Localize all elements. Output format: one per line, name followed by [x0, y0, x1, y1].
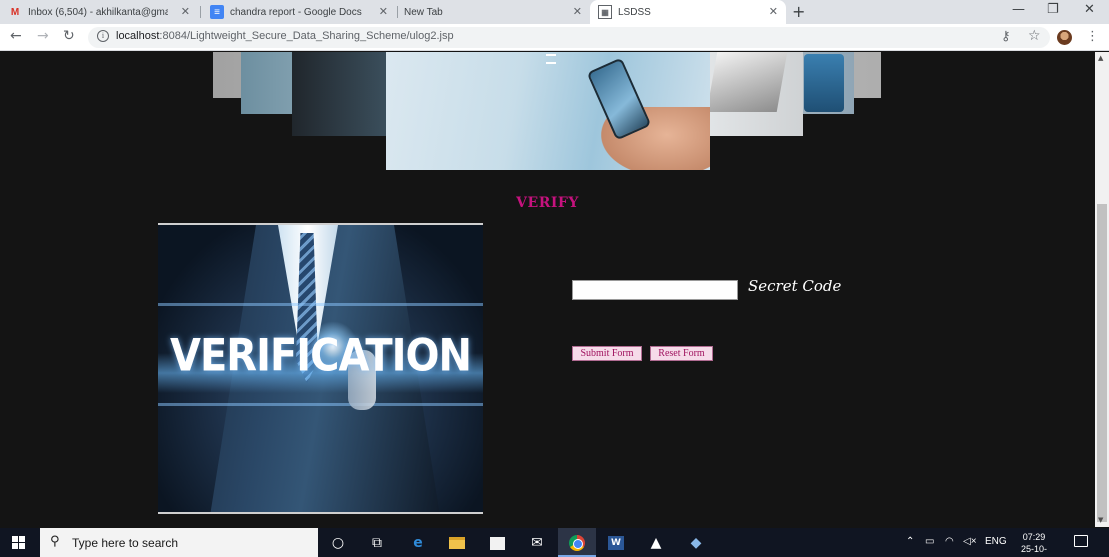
tab-close-icon[interactable]: ✕: [181, 5, 190, 18]
edge-browser-icon[interactable]: e: [408, 533, 428, 553]
volume-muted-icon[interactable]: ◁×: [963, 536, 977, 547]
windows-taskbar: ⚲ Type here to search ○ ⧉ e ✉ W ▲ ◆ ⌃ ▭ …: [0, 528, 1109, 557]
scrollbar-thumb[interactable]: [1097, 204, 1107, 522]
tab-title: chandra report - Google Docs: [230, 6, 362, 18]
file-explorer-icon[interactable]: [447, 533, 467, 553]
reload-icon[interactable]: ↻: [63, 28, 75, 44]
url-text: localhost:8084/Lightweight_Secure_Data_S…: [116, 30, 454, 42]
task-view-icon[interactable]: ⧉: [367, 533, 387, 553]
taskbar-search-box[interactable]: ⚲ Type here to search: [40, 528, 318, 557]
verification-image-text: VERIFICATION: [169, 330, 472, 382]
chrome-taskbar-button[interactable]: [558, 528, 596, 557]
page-viewport: VERIFY VERIFICATION Secret Code Submit F…: [0, 52, 1095, 527]
secret-code-input[interactable]: [572, 280, 738, 300]
tab-close-icon[interactable]: ✕: [379, 5, 388, 18]
tab-title: Inbox (6,504) - akhilkanta@gmail: [28, 6, 168, 18]
battery-icon[interactable]: ▭: [925, 536, 934, 547]
page-title: VERIFY: [516, 195, 579, 211]
mobile-phone-image: [804, 54, 844, 112]
browser-tab-strip: M Inbox (6,504) - akhilkanta@gmail ✕ ≡ c…: [0, 0, 1109, 24]
clock-time: 07:29: [1022, 532, 1046, 542]
secret-code-label: Secret Code: [748, 277, 842, 295]
url-path: :8084/Lightweight_Secure_Data_Sharing_Sc…: [159, 30, 454, 42]
language-indicator[interactable]: ENG: [985, 536, 1007, 547]
taskbar-clock[interactable]: 07:29 25-10-2019: [1012, 531, 1056, 557]
menu-lines-icon: [546, 54, 556, 64]
tab-close-icon[interactable]: ✕: [769, 5, 778, 18]
tab-google-docs[interactable]: ≡ chandra report - Google Docs ✕: [210, 0, 396, 24]
address-bar[interactable]: i localhost:8084/Lightweight_Secure_Data…: [88, 27, 1050, 48]
tab-separator: [200, 6, 201, 18]
tab-title: LSDSS: [618, 6, 651, 18]
tab-close-icon[interactable]: ✕: [573, 5, 582, 18]
package-icon[interactable]: ◆: [686, 533, 706, 553]
light-streak: [158, 303, 483, 306]
tab-lsdss[interactable]: ▦ LSDSS ✕: [590, 0, 786, 24]
site-info-icon[interactable]: i: [97, 30, 109, 42]
light-streak: [158, 403, 483, 406]
minimize-icon[interactable]: —: [1012, 2, 1025, 17]
show-hidden-icons-icon[interactable]: ⌃: [906, 536, 914, 547]
back-arrow-icon[interactable]: ←: [10, 28, 22, 44]
store-icon[interactable]: [487, 533, 507, 553]
clock-date: 25-10-2019: [1020, 544, 1047, 557]
restore-icon[interactable]: ❐: [1047, 2, 1059, 17]
notification-center-icon[interactable]: [1074, 535, 1088, 547]
page-favicon-icon: ▦: [598, 5, 612, 19]
search-icon: ⚲: [50, 534, 60, 549]
new-tab-button[interactable]: +: [792, 2, 805, 21]
gmail-icon: M: [10, 6, 20, 18]
smartphone-image: [586, 57, 652, 141]
profile-avatar[interactable]: [1057, 30, 1072, 45]
url-host: localhost: [116, 30, 160, 42]
tab-title: New Tab: [404, 6, 443, 18]
mail-icon[interactable]: ✉: [527, 533, 547, 553]
tab-gmail[interactable]: M Inbox (6,504) - akhilkanta@gmail ✕: [8, 0, 198, 24]
verification-image: VERIFICATION: [158, 223, 483, 514]
window-close-icon[interactable]: ✕: [1084, 2, 1095, 17]
browser-toolbar: ← → ↻ i localhost:8084/Lightweight_Secur…: [0, 24, 1109, 51]
chrome-icon: [567, 533, 587, 553]
key-icon[interactable]: ⚷: [1001, 29, 1011, 44]
taskbar-search-placeholder: Type here to search: [72, 536, 179, 550]
submit-form-button[interactable]: Submit Form: [572, 346, 642, 361]
forward-arrow-icon[interactable]: →: [37, 28, 49, 44]
word-icon[interactable]: W: [606, 533, 626, 553]
scroll-down-arrow-icon[interactable]: ▼: [1098, 516, 1103, 524]
page-scrollbar[interactable]: ▲ ▼: [1095, 52, 1109, 527]
tab-separator: [397, 6, 398, 18]
photos-icon[interactable]: ▲: [646, 533, 666, 553]
reset-form-button[interactable]: Reset Form: [650, 346, 713, 361]
windows-start-icon[interactable]: [12, 536, 25, 549]
bookmark-star-icon[interactable]: ☆: [1028, 28, 1041, 44]
docs-icon: ≡: [210, 5, 224, 19]
browser-menu-icon[interactable]: ⋮: [1086, 29, 1099, 44]
scroll-up-arrow-icon[interactable]: ▲: [1098, 54, 1103, 62]
banner-main-image: [386, 52, 710, 170]
cortana-icon[interactable]: ○: [328, 533, 348, 553]
wifi-icon[interactable]: ◠: [945, 536, 954, 547]
tablet-image: [706, 52, 788, 112]
tab-new-tab[interactable]: New Tab ✕: [404, 0, 590, 24]
